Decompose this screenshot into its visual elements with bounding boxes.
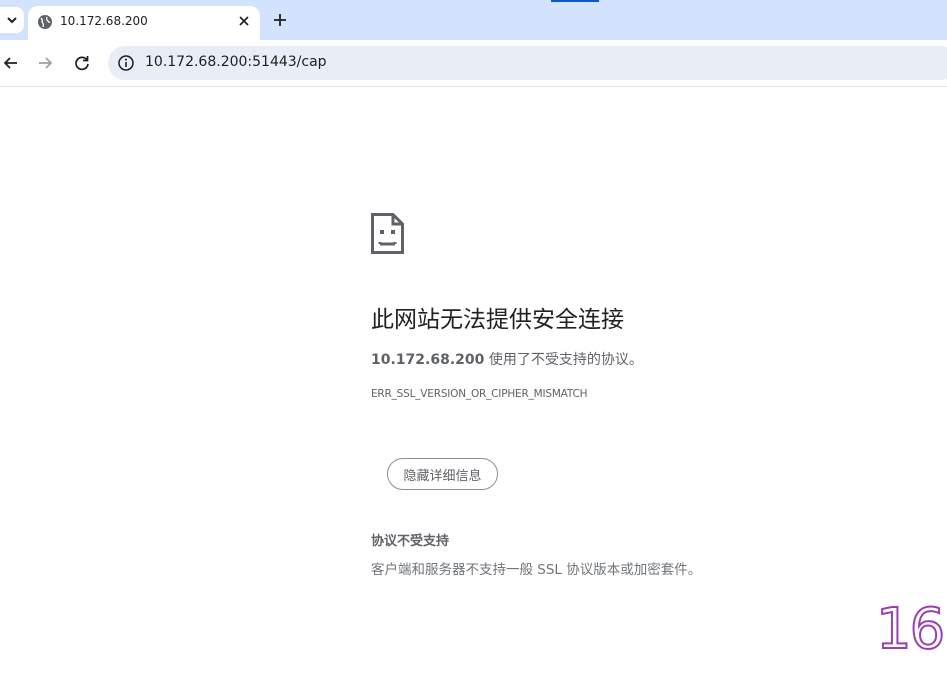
error-host: 10.172.68.200 [371,352,485,368]
reload-icon[interactable] [72,53,92,73]
new-tab-icon[interactable] [271,11,289,29]
error-description-text: 使用了不受支持的协议。 [484,352,643,368]
back-arrow-icon[interactable] [1,53,21,73]
hide-details-button[interactable]: 隐藏详细信息 [387,458,498,490]
detail-title: 协议不受支持 [371,534,450,549]
globe-icon [38,15,52,29]
error-code: ERR_SSL_VERSION_OR_CIPHER_MISMATCH [371,388,588,400]
address-bar[interactable]: 10.172.68.200:51443/cap [108,46,947,80]
detail-text: 客户端和服务器不支持一般 SSL 协议版本或加密套件。 [371,562,702,578]
info-icon[interactable] [117,54,135,72]
forward-arrow-icon[interactable] [35,53,55,73]
sad-page-icon [371,213,404,254]
tab-strip: 10.172.68.200 [0,0,947,40]
tab-strip-accent [551,0,599,2]
tab-search-button[interactable] [0,7,24,33]
url-text[interactable]: 10.172.68.200:51443/cap [145,54,327,70]
active-tab[interactable]: 10.172.68.200 [28,6,260,40]
tab-title: 10.172.68.200 [60,14,148,28]
error-description: 10.172.68.200 使用了不受支持的协议。 [371,349,643,369]
close-icon[interactable] [236,13,252,29]
error-heading: 此网站无法提供安全连接 [371,307,624,333]
corner-number-overlay: 16 [875,597,946,663]
toolbar: 10.172.68.200:51443/cap [0,40,947,87]
chevron-down-icon [7,17,17,24]
